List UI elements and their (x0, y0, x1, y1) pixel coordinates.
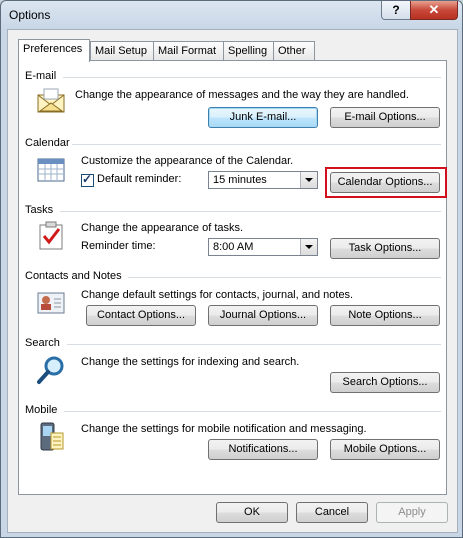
default-reminder-value: 15 minutes (213, 174, 267, 186)
email-options-button-label: E-mail Options... (344, 111, 426, 123)
options-dialog: Options ? ✕ Preferences Mail Setup Mail … (0, 0, 463, 538)
contact-options-button-label: Contact Options... (96, 309, 186, 321)
calendar-separator (72, 144, 441, 145)
default-reminder-label: Default reminder: (97, 173, 182, 185)
tasks-separator (60, 211, 441, 212)
junk-email-button-label: Junk E-mail... (229, 111, 297, 123)
ok-button[interactable]: OK (216, 502, 288, 523)
task-options-button-label: Task Options... (348, 242, 422, 254)
calendar-description: Customize the appearance of the Calendar… (81, 155, 294, 167)
tab-preferences[interactable]: Preferences (18, 39, 90, 62)
contact-options-button[interactable]: Contact Options... (86, 305, 196, 326)
chevron-down-icon[interactable] (300, 172, 317, 188)
tab-other[interactable]: Other (273, 41, 315, 60)
junk-email-button[interactable]: Junk E-mail... (208, 107, 318, 128)
section-tasks-heading: Tasks (25, 204, 54, 216)
mobile-options-button-label: Mobile Options... (343, 443, 427, 455)
notifications-button-label: Notifications... (228, 443, 298, 455)
help-icon[interactable]: ? (381, 1, 411, 20)
close-icon[interactable]: ✕ (410, 1, 458, 20)
email-separator (63, 77, 441, 78)
contact-card-icon (37, 292, 65, 314)
cancel-button-label: Cancel (314, 506, 350, 518)
email-description: Change the appearance of messages and th… (75, 89, 409, 101)
dialog-client-area: Preferences Mail Setup Mail Format Spell… (7, 29, 458, 533)
mobile-device-icon (40, 422, 64, 451)
contacts-separator (128, 277, 441, 278)
mobile-options-button[interactable]: Mobile Options... (330, 439, 440, 460)
search-options-button[interactable]: Search Options... (330, 372, 440, 393)
apply-button-label: Apply (398, 506, 426, 518)
tab-mail-setup[interactable]: Mail Setup (90, 41, 154, 60)
ok-button-label: OK (244, 506, 260, 518)
note-options-button-label: Note Options... (348, 309, 422, 321)
search-separator (67, 344, 441, 345)
section-calendar-heading: Calendar (25, 137, 70, 149)
task-reminder-time-label: Reminder time: (81, 240, 156, 252)
tab-spelling[interactable]: Spelling (223, 41, 274, 60)
default-reminder-checkbox[interactable] (81, 172, 94, 187)
calendar-icon (37, 158, 65, 182)
mobile-description: Change the settings for mobile notificat… (81, 423, 367, 435)
search-options-button-label: Search Options... (342, 376, 428, 388)
tab-mail-format[interactable]: Mail Format (153, 41, 224, 60)
apply-button[interactable]: Apply (376, 502, 448, 523)
preferences-panel: E-mail Change the appearance of messages… (18, 60, 447, 495)
mobile-separator (64, 411, 441, 412)
section-search-heading: Search (25, 337, 60, 349)
task-options-button[interactable]: Task Options... (330, 238, 440, 259)
email-options-button[interactable]: E-mail Options... (330, 107, 440, 128)
title-bar[interactable]: Options ? ✕ (1, 1, 462, 29)
journal-options-button[interactable]: Journal Options... (208, 305, 318, 326)
magnifier-icon (37, 356, 64, 384)
envelope-icon (37, 88, 65, 113)
tasks-description: Change the appearance of tasks. (81, 222, 244, 234)
chevron-down-icon[interactable] (300, 239, 317, 255)
task-clipboard-icon (39, 221, 63, 250)
contacts-description: Change default settings for contacts, jo… (81, 289, 354, 301)
task-reminder-time-value: 8:00 AM (213, 241, 254, 253)
window-title: Options (9, 8, 51, 22)
notifications-button[interactable]: Notifications... (208, 439, 318, 460)
default-reminder-dropdown[interactable]: 15 minutes (208, 171, 318, 189)
journal-options-button-label: Journal Options... (219, 309, 307, 321)
section-mobile-heading: Mobile (25, 404, 58, 416)
calendar-options-button[interactable]: Calendar Options... (330, 172, 440, 193)
section-email-heading: E-mail (25, 70, 57, 82)
section-contacts-heading: Contacts and Notes (25, 270, 122, 282)
search-description: Change the settings for indexing and sea… (81, 356, 300, 368)
task-reminder-time-dropdown[interactable]: 8:00 AM (208, 238, 318, 256)
note-options-button[interactable]: Note Options... (330, 305, 440, 326)
calendar-options-button-label: Calendar Options... (337, 176, 433, 188)
cancel-button[interactable]: Cancel (296, 502, 368, 523)
